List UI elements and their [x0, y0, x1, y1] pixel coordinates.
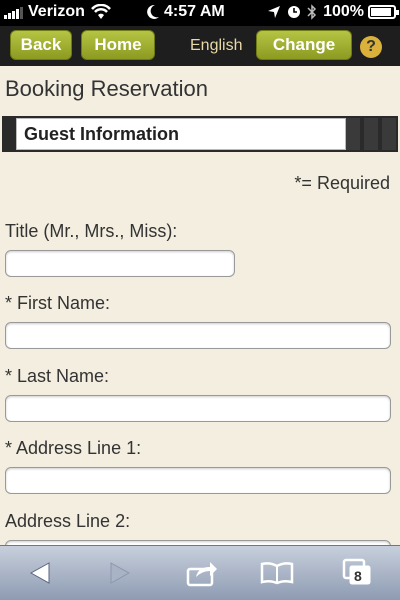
back-button[interactable]: Back: [10, 30, 72, 60]
first-name-input[interactable]: [5, 322, 391, 349]
tabs-icon[interactable]: 8: [340, 558, 376, 588]
battery-percent: 100%: [323, 3, 364, 20]
nav-bar: Back Home English Change ?: [0, 26, 400, 66]
tabs-count: 8: [354, 568, 362, 584]
change-language-button[interactable]: Change: [256, 30, 352, 60]
clock-time: 4:57 AM: [164, 3, 225, 20]
first-name-label: * First Name:: [5, 293, 111, 313]
current-language: English: [190, 37, 243, 54]
home-button[interactable]: Home: [81, 30, 155, 60]
bluetooth-icon: [307, 4, 317, 20]
help-icon[interactable]: ?: [360, 36, 382, 58]
address-line2-label: Address Line 2:: [5, 511, 131, 531]
browser-forward-icon: [102, 558, 138, 588]
share-icon[interactable]: [184, 558, 220, 588]
decorative-block: [364, 118, 378, 150]
status-bar: Verizon 4:57 AM 100%: [0, 0, 400, 26]
page-title: Booking Reservation: [5, 76, 209, 101]
section-title: Guest Information: [16, 118, 346, 150]
required-note: *= Required: [294, 173, 390, 193]
title-input[interactable]: [5, 250, 235, 277]
bookmarks-icon[interactable]: [259, 558, 295, 588]
wifi-icon: [90, 4, 111, 19]
location-arrow-icon: [268, 6, 281, 18]
battery-icon: [368, 5, 399, 19]
section-header: Guest Information: [2, 116, 398, 152]
address-line1-label: * Address Line 1:: [5, 438, 142, 458]
browser-back-icon[interactable]: [22, 558, 58, 588]
browser-toolbar: 8: [0, 545, 400, 600]
signal-strength-icon: [4, 5, 24, 19]
last-name-input[interactable]: [5, 395, 391, 422]
address-line1-input[interactable]: [5, 467, 391, 494]
decorative-block: [346, 118, 360, 150]
title-label: Title (Mr., Mrs., Miss):: [5, 221, 178, 241]
last-name-label: * Last Name:: [5, 366, 110, 386]
alarm-clock-icon: [288, 6, 301, 18]
moon-icon: [147, 4, 159, 19]
decorative-block: [382, 118, 396, 150]
carrier-name: Verizon: [28, 3, 85, 20]
